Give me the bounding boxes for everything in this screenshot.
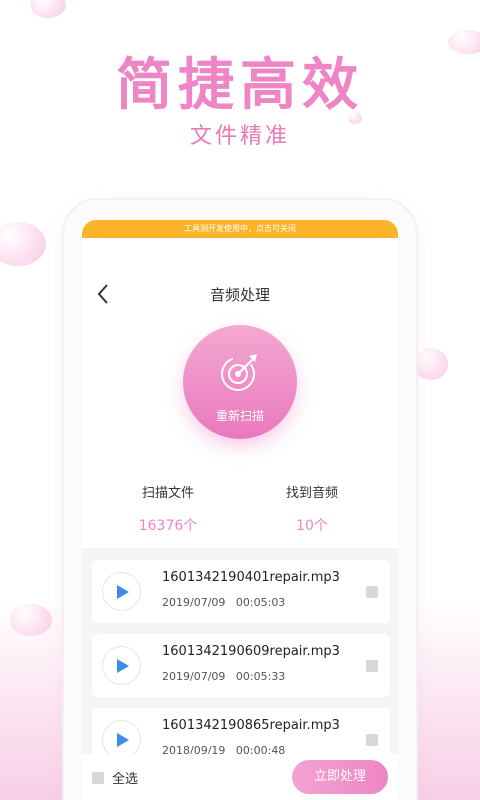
stat-label: 找到音频: [285, 486, 338, 501]
play-button[interactable]: [102, 646, 141, 685]
file-meta: 2019/07/09 00:05:33: [162, 670, 285, 683]
process-now-button[interactable]: 立即处理: [292, 760, 388, 794]
file-date: 2019/07/09: [162, 596, 226, 609]
nav-bar: 音频处理: [82, 238, 398, 304]
radar-scan-icon: [221, 354, 257, 391]
file-name: 1601342190865repair.mp3: [162, 718, 340, 733]
decor-bubble: [30, 0, 66, 18]
stat-label: 扫描文件: [141, 486, 194, 501]
select-checkbox[interactable]: [366, 586, 378, 598]
play-icon: [117, 733, 129, 747]
decor-bubble: [0, 222, 46, 266]
file-duration: 00:05:33: [235, 670, 286, 683]
rescan-button[interactable]: 重新扫描: [183, 325, 297, 439]
rescan-area: 重新扫描: [183, 325, 297, 439]
app-screen: 工具测开发使用中，点击可关闭 音频处理 重新扫描 扫描文件 16376个 找到音…: [82, 220, 398, 800]
file-duration: 00:05:03: [235, 596, 286, 609]
select-checkbox[interactable]: [366, 734, 378, 746]
select-all-toggle[interactable]: 全选: [92, 768, 138, 787]
select-checkbox[interactable]: [366, 660, 378, 672]
play-icon: [117, 585, 129, 599]
list-item[interactable]: 1601342190401repair.mp3 2019/07/09 00:05…: [92, 560, 390, 623]
list-item[interactable]: 1601342190609repair.mp3 2019/07/09 00:05…: [92, 634, 390, 697]
dev-notice-banner[interactable]: 工具测开发使用中，点击可关闭: [82, 220, 398, 238]
decor-bubble: [414, 348, 448, 380]
stat-value: 16376个: [138, 518, 198, 534]
stat-value: 10个: [296, 518, 328, 534]
select-all-checkbox[interactable]: [92, 771, 104, 784]
decor-bubble: [10, 604, 52, 636]
rescan-label: 重新扫描: [215, 409, 264, 423]
scan-stats: 扫描文件 16376个 找到音频 10个: [82, 482, 398, 542]
file-date: 2019/07/09: [162, 670, 226, 683]
play-icon: [117, 659, 129, 673]
file-meta: 2019/07/09 00:05:03: [162, 596, 285, 609]
stat-found-audio: 找到音频 10个: [252, 482, 372, 535]
bottom-action-bar: 全选 立即处理: [82, 754, 398, 800]
page-title: 音频处理: [209, 286, 270, 304]
play-button[interactable]: [102, 572, 141, 611]
promo-subline: 文件精准: [189, 124, 290, 149]
file-name: 1601342190401repair.mp3: [162, 570, 340, 585]
stat-scanned-files: 扫描文件 16376个: [108, 482, 228, 535]
promo-headline: 简捷高效: [116, 53, 364, 118]
file-name: 1601342190609repair.mp3: [162, 644, 340, 659]
select-all-label: 全选: [112, 772, 139, 787]
